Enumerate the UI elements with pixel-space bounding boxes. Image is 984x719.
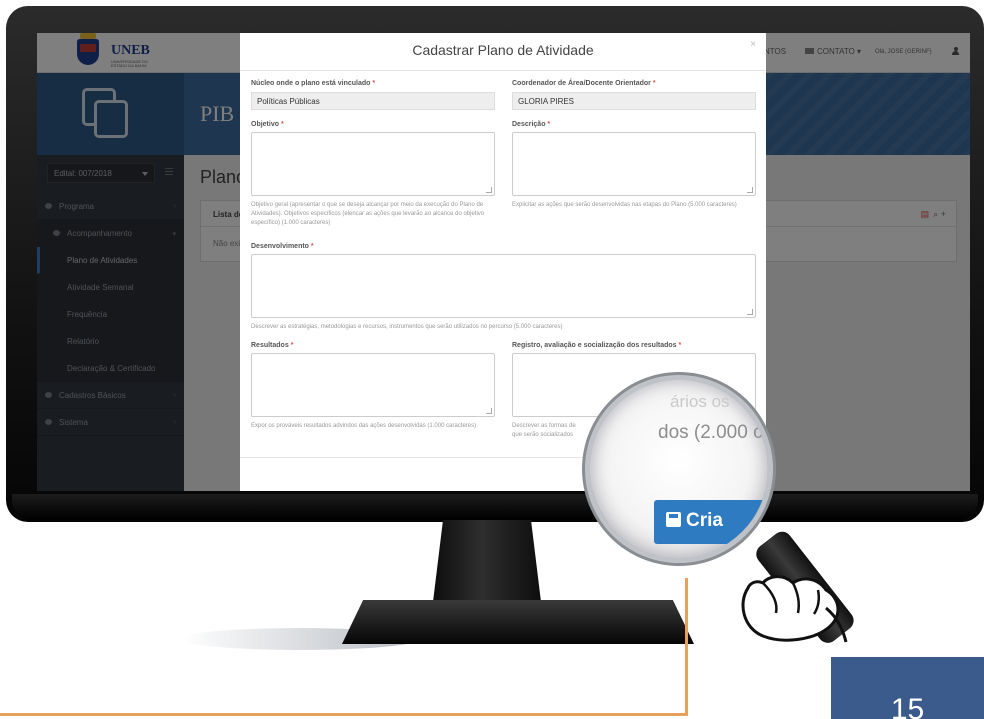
desenvolvimento-textarea[interactable] [251,254,756,318]
monitor-stand-neck [432,520,542,610]
orange-connector-horizontal [0,713,688,716]
coordenador-field[interactable]: GLORIA PIRES [512,92,756,110]
magnified-ghost-text: ários os [670,392,730,411]
criar-button[interactable]: Cria [654,500,768,544]
monitor-stand-base [342,600,694,644]
resultados-textarea[interactable] [251,353,495,417]
resultados-help: Expor os prováveis resultados advindos d… [251,423,477,429]
monitor-screen: UNEB UNIVERSIDADE DO ESTADO DA BAHIA NTO… [37,33,970,491]
coordenador-label: Coordenador de Área/Docente Orientador * [512,80,656,87]
floppy-disk-icon [666,512,681,527]
close-icon[interactable]: × [750,39,756,50]
criar-button-label: Cria [686,510,723,531]
registro-help-2: que serão socializados [512,432,574,438]
magnifier-lens: ários os dos (2.000 caracte Cria [590,380,768,558]
descricao-textarea[interactable] [512,132,756,196]
nucleo-label: Núcleo onde o plano está vinculado * [251,80,376,87]
registro-label: Registro, avaliação e socialização dos r… [512,342,682,349]
desenvolvimento-help: Descrever as estratégias, metodologias e… [251,324,563,330]
modal-title: Cadastrar Plano de Atividade [412,42,594,58]
registro-help: Descrever as formas de [512,423,576,429]
orange-connector-vertical [685,578,688,716]
objetivo-textarea[interactable] [251,132,495,196]
desenvolvimento-label: Desenvolvimento * [251,243,314,250]
objetivo-label: Objetivo * [251,121,284,128]
objetivo-help: Objetivo geral (apresentar o que se dese… [251,202,485,226]
descricao-label: Descrição * [512,121,551,128]
magnified-help-text: dos (2.000 caracte [658,422,768,443]
glove-hand-icon [741,575,848,643]
nucleo-field[interactable]: Políticas Públicas [251,92,495,110]
monitor-chin [12,494,978,520]
modal-header: Cadastrar Plano de Atividade × [240,33,766,71]
slide-page-number: 15 [831,657,984,719]
resultados-label: Resultados * [251,342,294,349]
descricao-help: Explicitar as ações que serão desenvolvi… [512,202,737,208]
